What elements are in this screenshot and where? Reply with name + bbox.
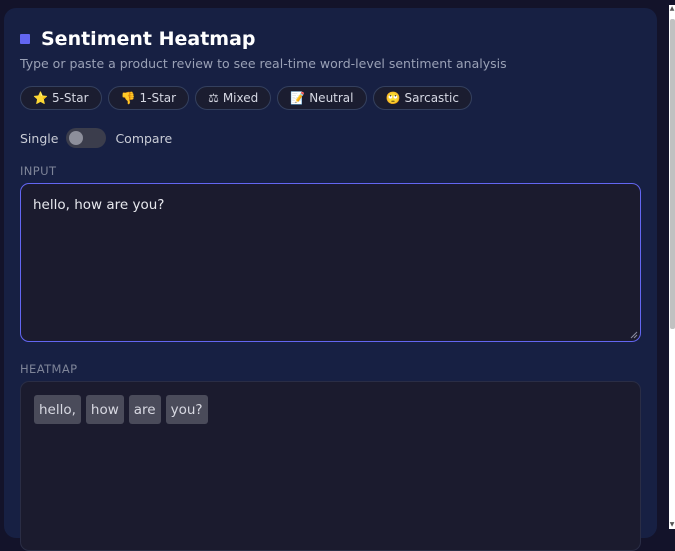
page-title: Sentiment Heatmap bbox=[41, 28, 256, 50]
scroll-down-icon[interactable]: ▼ bbox=[669, 521, 675, 529]
star-icon: ⭐ bbox=[33, 91, 48, 105]
preset-neutral-button[interactable]: 📝 Neutral bbox=[277, 86, 367, 110]
preset-label: Mixed bbox=[222, 91, 259, 105]
mode-compare-label: Compare bbox=[115, 130, 173, 146]
heatmap-label: HEATMAP bbox=[20, 362, 78, 376]
preset-5-star-button[interactable]: ⭐ 5-Star bbox=[20, 86, 102, 110]
preset-label: Sarcastic bbox=[404, 91, 459, 105]
scroll-up-icon[interactable]: ▲ bbox=[669, 5, 675, 13]
preset-sarcastic-button[interactable]: 🙄 Sarcastic bbox=[372, 86, 472, 110]
mode-switch-row: Single Compare bbox=[20, 128, 172, 148]
heatmap-token: how bbox=[85, 395, 124, 424]
preset-1-star-button[interactable]: 👎 1-Star bbox=[107, 86, 190, 110]
heatmap-token: hello, bbox=[34, 395, 81, 424]
toggle-knob bbox=[69, 131, 84, 145]
preset-mixed-button[interactable]: ⚖ Mixed bbox=[195, 86, 272, 110]
input-label: INPUT bbox=[20, 164, 57, 178]
memo-icon: 📝 bbox=[290, 91, 306, 105]
preset-label: 1-Star bbox=[139, 91, 177, 105]
title-square-icon bbox=[20, 34, 30, 44]
preset-label: Neutral bbox=[309, 91, 354, 105]
compare-mode-toggle[interactable] bbox=[66, 128, 107, 148]
preset-label: 5-Star bbox=[51, 91, 89, 105]
page-scrollbar[interactable]: ▲ ▼ bbox=[669, 5, 675, 529]
header: Sentiment Heatmap bbox=[20, 28, 256, 50]
eye-roll-icon: 🙄 bbox=[385, 91, 401, 105]
scrollbar-thumb[interactable] bbox=[670, 19, 675, 329]
review-input-text: hello, how are you? bbox=[33, 197, 165, 213]
heatmap-token: are bbox=[128, 395, 161, 424]
scales-icon: ⚖ bbox=[208, 91, 219, 105]
review-input[interactable]: hello, how are you? bbox=[20, 183, 641, 342]
heatmap-output: hello, how are you? bbox=[20, 381, 641, 551]
thumbs-down-icon: 👎 bbox=[120, 91, 136, 105]
mode-single-label: Single bbox=[20, 130, 59, 146]
heatmap-token: you? bbox=[165, 395, 208, 424]
main-panel: Sentiment Heatmap Type or paste a produc… bbox=[4, 8, 657, 551]
resize-handle-icon[interactable] bbox=[630, 331, 638, 339]
preset-chips: ⭐ 5-Star 👎 1-Star ⚖ Mixed 📝 Neutral 🙄 Sa… bbox=[20, 86, 472, 110]
page-subtitle: Type or paste a product review to see re… bbox=[20, 56, 507, 71]
